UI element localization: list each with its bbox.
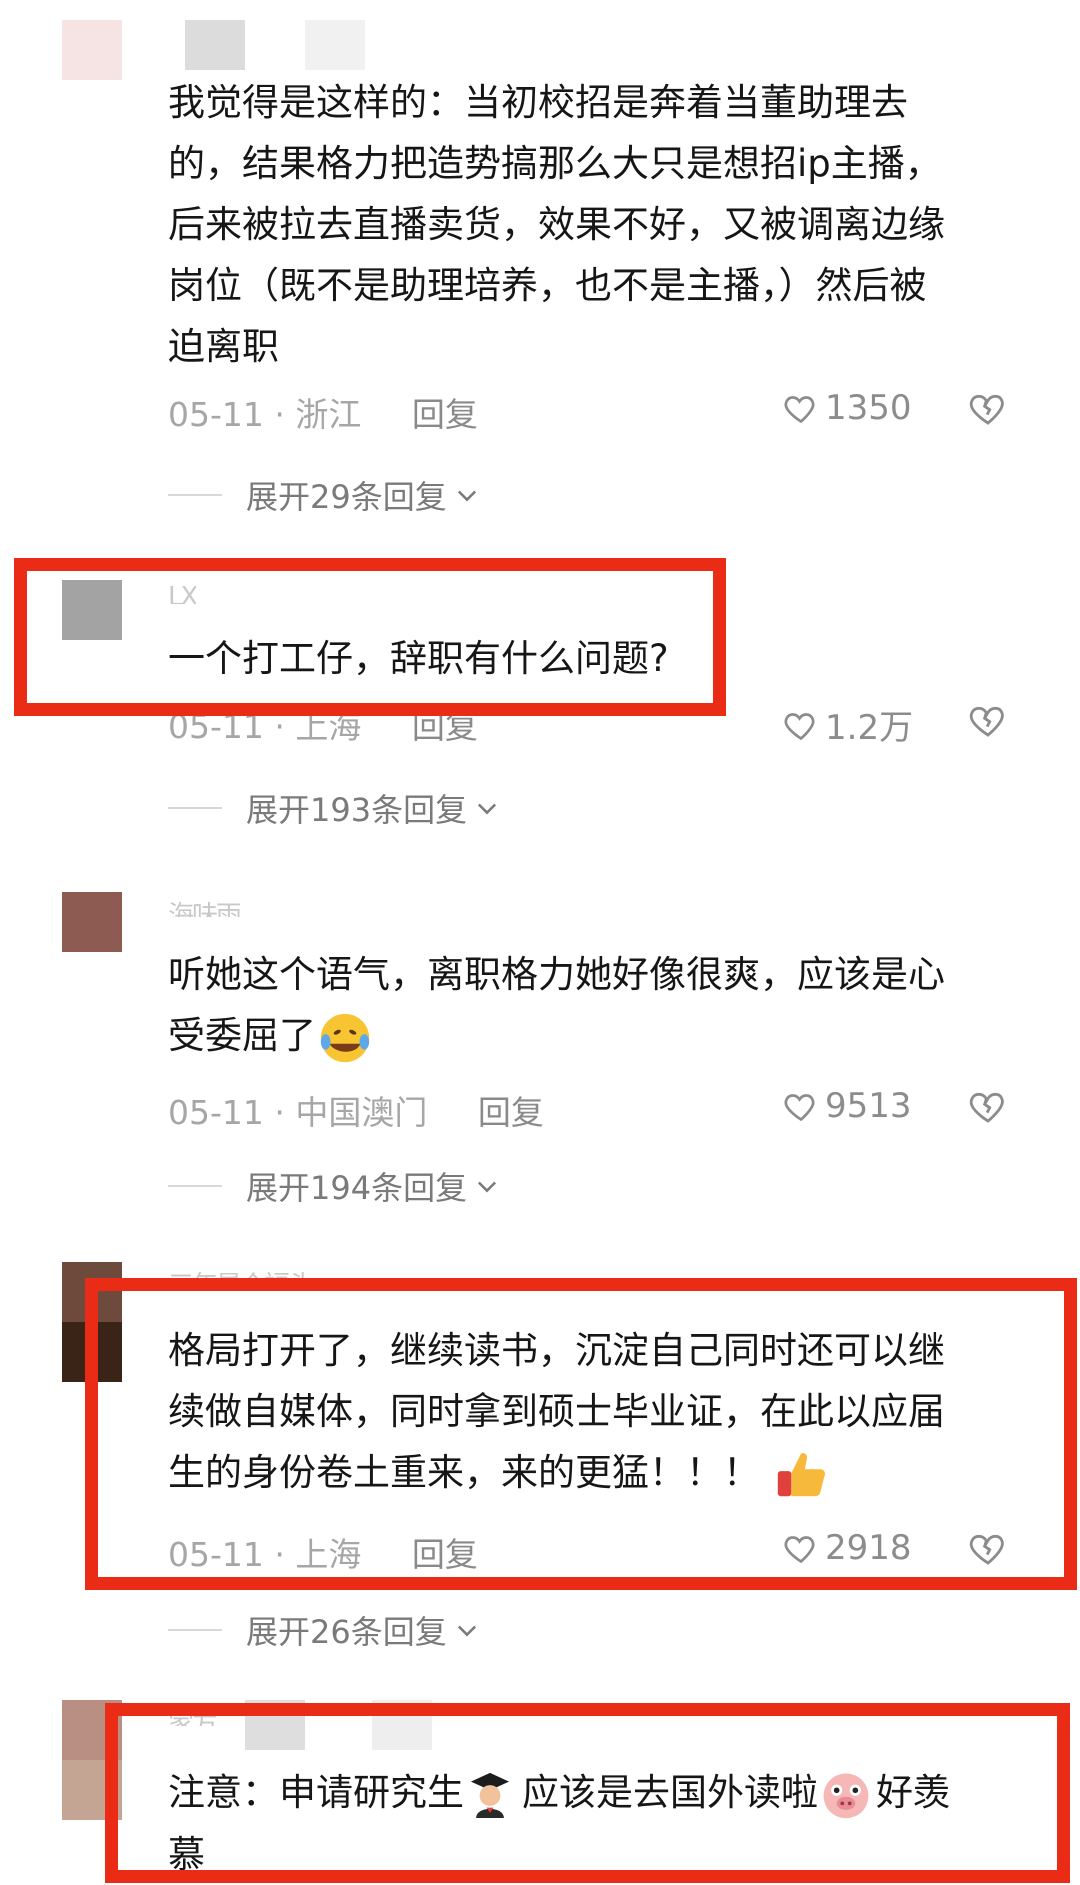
- avatar[interactable]: [62, 892, 122, 952]
- dislike-icon[interactable]: [968, 1086, 1008, 1126]
- username-blur: [305, 20, 365, 70]
- expand-label: 展开194条回复: [246, 1169, 468, 1207]
- expand-replies[interactable]: 展开193条回复: [168, 785, 501, 831]
- heart-icon: [784, 712, 815, 740]
- reply-button[interactable]: 回复: [412, 395, 478, 434]
- expand-label: 展开193条回复: [246, 791, 468, 829]
- like-count: 1.2万: [825, 708, 914, 748]
- chevron-down-icon: [457, 1625, 476, 1637]
- dislike-icon[interactable]: [968, 700, 1008, 740]
- comment-text: 听她这个语气，离职格力她好像很爽，应该是心 受委屈了: [168, 944, 1028, 1067]
- chevron-down-icon: [478, 1181, 497, 1193]
- like-button[interactable]: 9513: [783, 1086, 912, 1126]
- rofl-emoji: [316, 1009, 374, 1067]
- expand-replies[interactable]: 展开29条回复: [168, 472, 481, 518]
- avatar[interactable]: [62, 20, 122, 80]
- dislike-icon[interactable]: [968, 388, 1008, 428]
- comment-location: 中国澳门: [295, 1093, 428, 1132]
- comment-meta: 05-11 · 浙江 回复: [168, 395, 478, 434]
- chevron-down-icon: [457, 490, 476, 502]
- highlight-box: [14, 558, 726, 716]
- comment-date: 05-11: [168, 395, 264, 434]
- expand-label: 展开29条回复: [246, 478, 447, 516]
- expand-replies[interactable]: 展开26条回复: [168, 1607, 481, 1653]
- highlight-box: [105, 1703, 1070, 1883]
- divider: [168, 494, 222, 496]
- comment-location: 浙江: [295, 395, 362, 434]
- highlight-box: [85, 1278, 1077, 1590]
- username-blur: [185, 20, 245, 70]
- heart-icon: [784, 1094, 815, 1122]
- divider: [168, 1185, 222, 1187]
- comment-meta: 05-11 · 中国澳门 回复: [168, 1093, 544, 1132]
- chevron-down-icon: [478, 803, 497, 815]
- expand-label: 展开26条回复: [246, 1613, 447, 1651]
- like-button[interactable]: 1.2万: [783, 700, 913, 749]
- divider: [168, 807, 222, 809]
- like-count: 1350: [825, 388, 912, 428]
- comment-date: 05-11: [168, 1093, 264, 1132]
- like-count: 9513: [825, 1086, 912, 1126]
- divider: [168, 1629, 222, 1631]
- expand-replies[interactable]: 展开194条回复: [168, 1163, 501, 1209]
- like-button[interactable]: 1350: [783, 388, 912, 428]
- comment-text: 我觉得是这样的：当初校招是奔着当董助理去 的，结果格力把造势搞那么大只是想招ip…: [168, 81, 945, 368]
- heart-icon: [784, 396, 815, 424]
- username: 海味雨: [168, 901, 241, 917]
- reply-button[interactable]: 回复: [478, 1093, 544, 1132]
